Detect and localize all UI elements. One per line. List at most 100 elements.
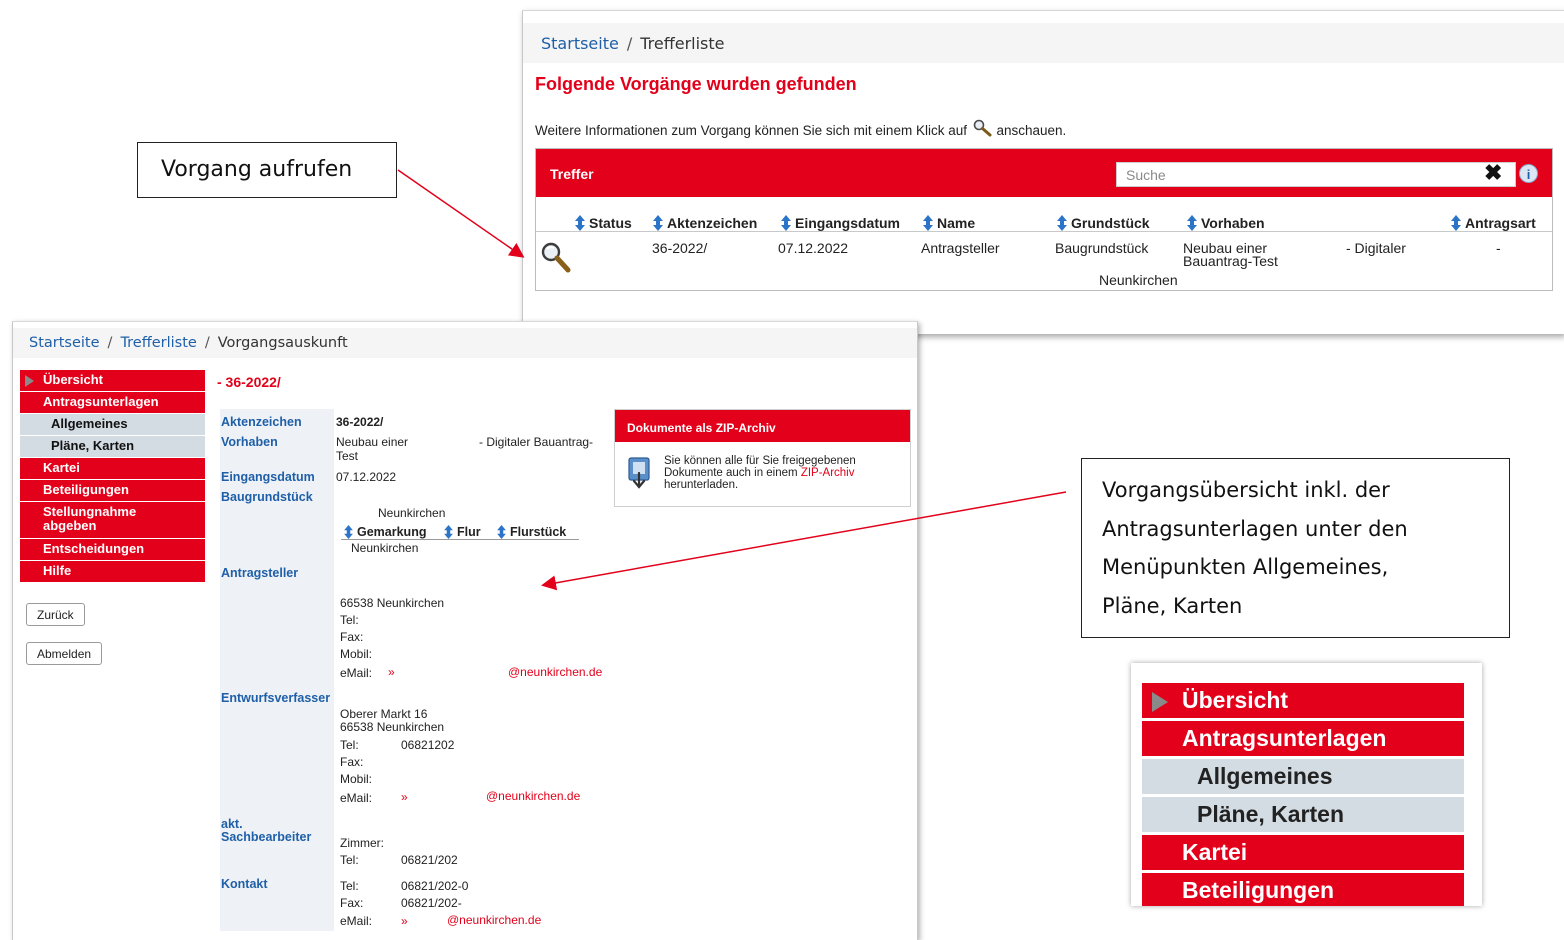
designer-tel: 06821202 (401, 738, 455, 752)
parcel-column-label: Gemarkung (357, 525, 427, 539)
label-kontakt: Kontakt (221, 877, 268, 891)
value-grundstueck-ort: Neunkirchen (378, 506, 446, 520)
page-title: Folgende Vorgänge wurden gefunden (535, 74, 857, 94)
menu-item-label: Hilfe (43, 563, 72, 578)
menu-item-hilfe[interactable]: Hilfe (20, 561, 205, 582)
contact-fax-label: Fax: (340, 896, 364, 910)
breadcrumb-home-link[interactable]: Startseite (541, 34, 619, 53)
value-vorhaben-suffix: - Digitaler Bauantrag- (479, 435, 594, 449)
sort-icon (1451, 215, 1461, 231)
applicant-mobile-label: Mobil: (340, 647, 373, 661)
clerk-room-label: Zimmer: (340, 836, 384, 850)
menu-item-plaene-karten[interactable]: Pläne, Karten (20, 436, 205, 457)
column-label: Antragsart (1465, 215, 1536, 231)
label-sachbearbeiter: akt. (221, 817, 243, 831)
value-vorhaben: Neubau einer (336, 435, 409, 449)
cell-antragsart: - (1496, 240, 1501, 256)
back-button[interactable]: Zurück (26, 603, 85, 626)
applicant-email-arrow[interactable]: » (388, 666, 395, 678)
parcel-column-flur[interactable]: Flur (443, 525, 481, 539)
contact-fax: 06821/202- (401, 896, 462, 910)
parcel-column-gemarkung[interactable]: Gemarkung (343, 525, 426, 539)
contact-tel-label: Tel: (340, 879, 359, 893)
cell-grundstueck-ort: Neunkirchen (1099, 272, 1178, 288)
applicant-email-label: eMail: (340, 666, 373, 680)
divider (341, 539, 579, 540)
sort-icon (1187, 215, 1197, 231)
breadcrumb-list-link[interactable]: Trefferliste (120, 335, 196, 351)
label-antragsteller: Antragsteller (221, 566, 299, 580)
menu-item-beteiligungen[interactable]: Beteiligungen (20, 480, 205, 501)
magnifier-icon (973, 119, 992, 137)
active-arrow-icon (1152, 692, 1168, 712)
cell-eingangsdatum: 07.12.2022 (778, 240, 849, 256)
download-archive-icon[interactable] (627, 455, 655, 491)
column-label: Status (589, 215, 632, 231)
zip-archive-title: Dokumente als ZIP-Archiv (615, 410, 910, 442)
menu-item-kartei[interactable]: Kartei (20, 458, 205, 479)
label-sachbearbeiter-line-2: Sachbearbeiter (221, 830, 312, 844)
cell-grundstueck: Baugrundstück (1055, 240, 1149, 256)
contact-email-arrow[interactable]: » (401, 915, 408, 927)
cell-name: Antragsteller (921, 240, 1000, 256)
menu-item-label: Beteiligungen (43, 482, 129, 497)
column-header-vorhaben[interactable]: Vorhaben (1186, 215, 1265, 231)
parcel-column-flurstueck[interactable]: Flurstück (496, 525, 566, 539)
column-header-grundstueck[interactable]: Grundstück (1056, 215, 1150, 231)
zoom-menu-label: Kartei (1182, 839, 1248, 865)
zoom-menu-item-antragsunterlagen[interactable]: Antragsunterlagen (1142, 721, 1464, 756)
zoom-menu-item-uebersicht[interactable]: Übersicht (1142, 683, 1464, 718)
search-input[interactable] (1116, 162, 1516, 187)
zoom-menu-item-kartei[interactable]: Kartei (1142, 835, 1464, 870)
menu-item-entscheidungen[interactable]: Entscheidungen (20, 539, 205, 560)
designer-email-link[interactable]: @neunkirchen.de (486, 790, 580, 802)
clear-search-icon[interactable]: ✖ (1484, 159, 1502, 187)
label-aktenzeichen: Aktenzeichen (221, 415, 302, 429)
sort-icon (781, 215, 791, 231)
breadcrumb-separator: / (107, 335, 113, 351)
zoom-menu-label: Antragsunterlagen (1182, 725, 1387, 751)
info-icon[interactable]: i (1519, 164, 1538, 183)
annotation-line: Vorgangsübersicht inkl. der (1102, 478, 1390, 502)
breadcrumb-current: Vorgangsauskunft (217, 335, 348, 351)
zip-archive-link[interactable]: ZIP-Archiv (801, 467, 855, 479)
column-header-aktenzeichen[interactable]: Aktenzeichen (652, 215, 757, 231)
value-aktenzeichen-text: 36-2022/ (336, 415, 384, 429)
designer-fax-label: Fax: (340, 755, 364, 769)
column-header-eingangsdatum[interactable]: Eingangsdatum (780, 215, 900, 231)
cell-vorhaben-line-2: Bauantrag-Test (1183, 253, 1278, 269)
view-case-magnifier-icon[interactable] (539, 241, 573, 275)
label-vorhaben: Vorhaben (221, 435, 278, 449)
menu-item-antragsunterlagen[interactable]: Antragsunterlagen (20, 392, 205, 413)
hit-list-screenshot: Startseite / Trefferliste Folgende Vorgäng… (522, 10, 1564, 334)
column-header-name[interactable]: Name (922, 215, 975, 231)
clerk-tel-label: Tel: (340, 853, 359, 867)
menu-item-uebersicht[interactable]: Übersicht (20, 370, 205, 391)
info-text-after: anschauen. (996, 123, 1067, 138)
sort-icon (923, 215, 933, 231)
zoom-menu-label: Beteiligungen (1182, 877, 1335, 903)
contact-email-link[interactable]: @neunkirchen.de (447, 914, 541, 926)
zoom-menu-item-allgemeines[interactable]: Allgemeines (1142, 759, 1464, 794)
value-eingangsdatum: 07.12.2022 (336, 470, 397, 484)
column-header-antragsart[interactable]: Antragsart (1450, 215, 1536, 231)
menu-item-allgemeines[interactable]: Allgemeines (20, 414, 205, 435)
parcel-column-label: Flurstück (510, 525, 567, 539)
menu-item-stellungnahme[interactable]: Stellungnahme abgeben (20, 502, 205, 538)
zoom-menu-item-beteiligungen[interactable]: Beteiligungen (1142, 873, 1464, 906)
menu-item-label: Pläne, Karten (51, 438, 135, 453)
column-label: Grundstück (1071, 215, 1150, 231)
applicant-email-link[interactable]: @neunkirchen.de (508, 666, 602, 678)
value-vorhaben-line-2: Test (336, 449, 359, 463)
column-header-status[interactable]: Status (574, 215, 632, 231)
divider (536, 231, 1552, 232)
zip-archive-box: Dokumente als ZIP-Archiv Sie können alle… (614, 409, 911, 507)
logout-button[interactable]: Abmelden (26, 642, 103, 665)
designer-tel-label: Tel: (340, 738, 359, 752)
zoom-menu-item-plaene-karten[interactable]: Pläne, Karten (1142, 797, 1464, 832)
case-title: - 36-2022/ (217, 374, 281, 390)
annotation-text: Vorgang aufrufen (161, 157, 353, 182)
breadcrumb-home-link[interactable]: Startseite (29, 335, 100, 351)
designer-email-arrow[interactable]: » (401, 791, 408, 803)
annotation-call-case: Vorgang aufrufen (137, 142, 397, 198)
